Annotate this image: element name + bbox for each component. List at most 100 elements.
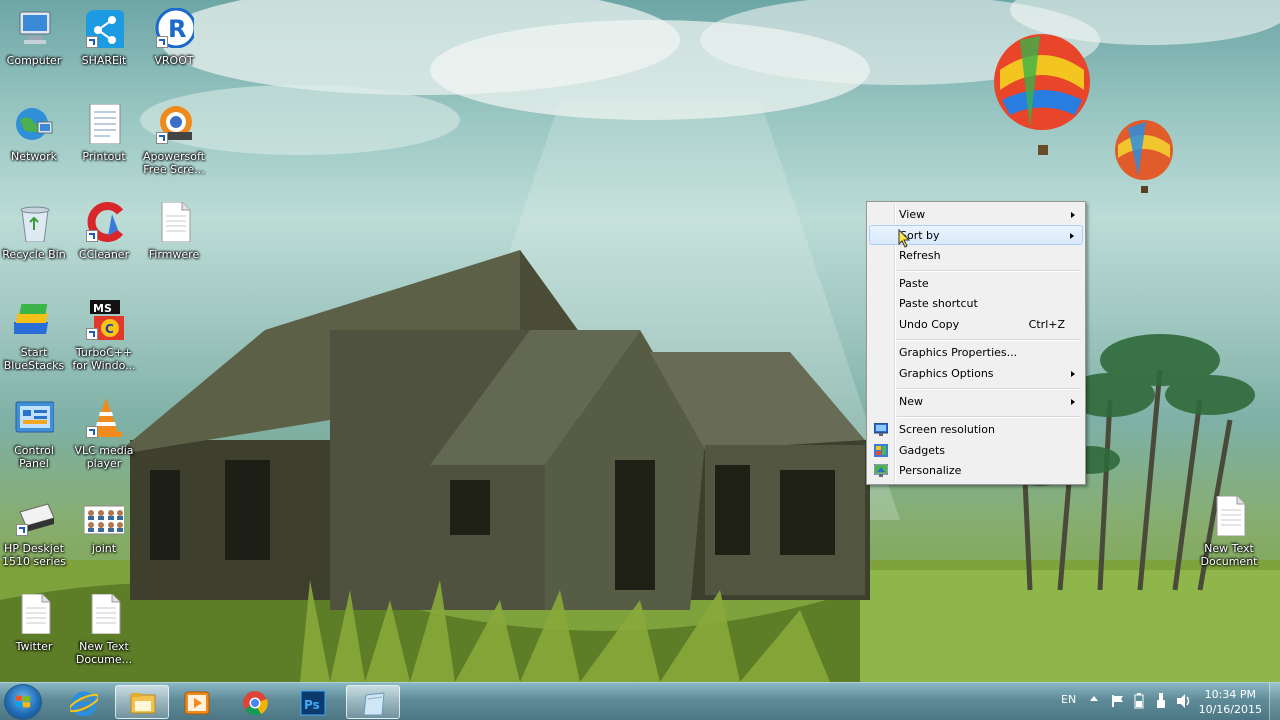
menu-item-label: Refresh bbox=[899, 249, 941, 262]
recycle-bin-icon bbox=[14, 202, 54, 243]
media-player-icon bbox=[184, 691, 210, 715]
desktop-icon-new-text-document[interactable]: New Text Docume... bbox=[69, 593, 139, 666]
text-file-icon bbox=[84, 593, 124, 635]
show-desktop-button[interactable] bbox=[1269, 683, 1280, 720]
desktop-icon-vroot[interactable]: R VROOT bbox=[139, 7, 209, 67]
text-file-icon bbox=[1209, 495, 1249, 537]
menu-item-graphics-properties[interactable]: Graphics Properties... bbox=[869, 343, 1083, 363]
desktop-icon-printout[interactable]: Printout bbox=[69, 103, 139, 163]
menu-item-paste[interactable]: Paste bbox=[869, 274, 1083, 294]
menu-item-label: Paste shortcut bbox=[899, 297, 978, 310]
shortcut-arrow-icon bbox=[156, 132, 168, 144]
turbo-c-icon: MS C bbox=[84, 300, 124, 340]
menu-item-shortcut: Ctrl+Z bbox=[1028, 318, 1065, 331]
svg-text:R: R bbox=[168, 15, 186, 43]
menu-item-label: Graphics Properties... bbox=[899, 346, 1018, 359]
taskbar-notepad[interactable] bbox=[346, 685, 400, 719]
taskbar-windows-explorer[interactable] bbox=[115, 685, 169, 719]
icon-label: Firmwere bbox=[148, 248, 200, 261]
notepad-icon bbox=[363, 692, 385, 716]
balloon-small bbox=[1115, 120, 1173, 193]
internet-explorer-icon bbox=[70, 691, 98, 716]
svg-text:Ps: Ps bbox=[304, 698, 320, 712]
menu-item-screen-resolution[interactable]: Screen resolution bbox=[869, 420, 1083, 440]
desktop-icon-hp-deskjet[interactable]: HP Deskjet 1510 series bbox=[0, 496, 69, 568]
submenu-arrow-icon bbox=[1071, 371, 1075, 377]
computer-icon bbox=[14, 8, 54, 48]
volume-icon[interactable] bbox=[1176, 693, 1192, 709]
desktop-icon-bluestacks[interactable]: Start BlueStacks bbox=[0, 300, 69, 372]
battery-icon[interactable] bbox=[1134, 693, 1144, 709]
desktop-icon-shareit[interactable]: SHAREit bbox=[69, 8, 139, 67]
menu-item-undo-copy[interactable]: Undo Copy Ctrl+Z bbox=[869, 315, 1083, 335]
shortcut-arrow-icon bbox=[86, 230, 98, 242]
bluestacks-icon bbox=[12, 300, 54, 340]
photoshop-icon: Ps bbox=[300, 690, 326, 716]
personalize-icon bbox=[873, 463, 889, 477]
text-file-icon bbox=[14, 593, 54, 635]
menu-item-gadgets[interactable]: Gadgets bbox=[869, 441, 1083, 461]
icon-label: VROOT bbox=[154, 54, 194, 67]
desktop-icon-vlc[interactable]: VLC media player bbox=[69, 398, 139, 470]
start-button[interactable] bbox=[4, 684, 42, 720]
icon-label: New Text Docume... bbox=[75, 640, 133, 666]
windows-logo-icon bbox=[16, 695, 30, 708]
menu-item-new[interactable]: New bbox=[869, 392, 1083, 412]
menu-item-label: Gadgets bbox=[899, 444, 946, 457]
icon-label: New Text Document bbox=[1200, 542, 1258, 568]
menu-item-refresh[interactable]: Refresh bbox=[869, 246, 1083, 266]
desktop-icon-computer[interactable]: Computer bbox=[0, 8, 69, 67]
action-center-flag-icon[interactable] bbox=[1111, 694, 1124, 708]
icon-label: TurboC++ for Windo... bbox=[72, 346, 136, 372]
usb-device-icon[interactable] bbox=[1156, 693, 1166, 709]
vroot-icon: R bbox=[154, 7, 197, 49]
desktop-icon-new-text-document-right[interactable]: New Text Document bbox=[1194, 495, 1264, 568]
taskbar-internet-explorer[interactable] bbox=[57, 685, 111, 719]
network-globe-icon bbox=[14, 104, 54, 144]
desktop-icon-twitter[interactable]: Twitter bbox=[0, 593, 69, 653]
desktop-icon-firmwere[interactable]: Firmwere bbox=[139, 201, 209, 261]
menu-item-label: Undo Copy bbox=[899, 318, 960, 331]
menu-item-label: Paste bbox=[899, 277, 929, 290]
mouse-cursor-icon bbox=[898, 229, 911, 248]
text-file-icon bbox=[154, 201, 194, 243]
language-indicator[interactable]: EN bbox=[1061, 693, 1076, 706]
screen-resolution-icon bbox=[873, 422, 889, 436]
menu-item-paste-shortcut[interactable]: Paste shortcut bbox=[869, 294, 1083, 314]
system-clock[interactable]: 10:34 PM 10/16/2015 bbox=[1199, 687, 1262, 717]
icon-label: Apowersoft Free Scre... bbox=[143, 150, 205, 176]
desktop-icon-ccleaner[interactable]: CCleaner bbox=[69, 202, 139, 261]
menu-separator bbox=[897, 416, 1081, 418]
menu-item-view[interactable]: View bbox=[869, 205, 1083, 225]
svg-text:C: C bbox=[105, 322, 114, 336]
taskbar-media-player[interactable] bbox=[170, 685, 224, 719]
menu-item-graphics-options[interactable]: Graphics Options bbox=[869, 364, 1083, 384]
taskbar-google-chrome[interactable] bbox=[228, 685, 282, 719]
desktop-icon-apowersoft[interactable]: Apowersoft Free Scre... bbox=[139, 104, 209, 176]
shortcut-arrow-icon bbox=[156, 36, 168, 48]
menu-item-label: New bbox=[899, 395, 923, 408]
show-hidden-icons-icon[interactable] bbox=[1090, 696, 1098, 701]
shareit-icon bbox=[84, 8, 126, 50]
desktop-icon-network[interactable]: Network bbox=[0, 104, 69, 163]
shortcut-arrow-icon bbox=[86, 426, 98, 438]
submenu-arrow-icon bbox=[1071, 399, 1075, 405]
balloon-large bbox=[994, 34, 1090, 155]
svg-text:MS: MS bbox=[93, 302, 112, 315]
submenu-arrow-icon bbox=[1070, 233, 1074, 239]
desktop-icon-recycle-bin[interactable]: Recycle Bin bbox=[0, 202, 69, 261]
submenu-arrow-icon bbox=[1071, 212, 1075, 218]
desktop-icon-control-panel[interactable]: Control Panel bbox=[0, 398, 69, 470]
document-icon bbox=[84, 103, 124, 145]
shortcut-arrow-icon bbox=[16, 524, 28, 536]
menu-item-label: View bbox=[899, 208, 926, 221]
icon-label: CCleaner bbox=[78, 248, 130, 261]
taskbar-photoshop[interactable]: Ps bbox=[286, 685, 340, 719]
menu-item-personalize[interactable]: Personalize bbox=[869, 461, 1083, 481]
desktop-icon-turboc[interactable]: MS C TurboC++ for Windo... bbox=[69, 300, 139, 372]
apowersoft-recorder-icon bbox=[154, 104, 194, 144]
desktop-icon-joint[interactable]: joint bbox=[69, 496, 139, 555]
menu-separator bbox=[897, 388, 1081, 390]
image-thumbnail-icon bbox=[83, 496, 127, 536]
icon-label: SHAREit bbox=[81, 54, 127, 67]
